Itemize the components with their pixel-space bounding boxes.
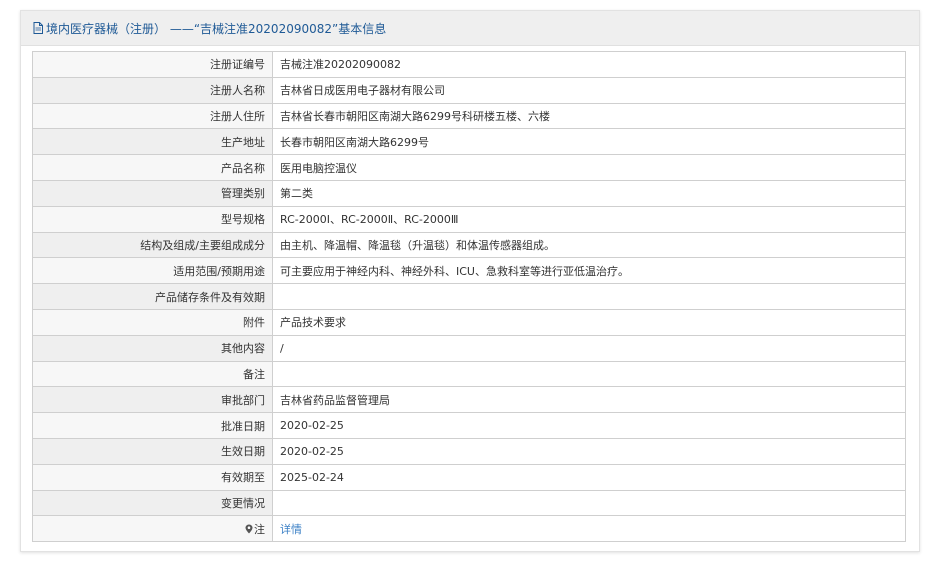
info-table-body: 注册证编号 吉械注准20202090082 注册人名称 吉林省日成医用电子器材有限公司… (32, 51, 906, 543)
field-label: 生效日期 (32, 437, 273, 465)
field-label: 注册人名称 (32, 76, 273, 104)
field-label: 附件 (32, 308, 273, 336)
table-row: 产品名称 医用电脑控温仪 (32, 154, 906, 181)
field-value: RC-2000Ⅰ、RC-2000Ⅱ、RC-2000Ⅲ (272, 205, 906, 233)
table-row: 注册人名称 吉林省日成医用电子器材有限公司 (32, 76, 906, 104)
table-row: 变更情况 (32, 489, 906, 517)
table-row: 备注 (32, 360, 906, 388)
field-value: 吉林省日成医用电子器材有限公司 (272, 76, 906, 104)
field-value: 2020-02-25 (272, 437, 906, 465)
table-row: 有效期至 2025-02-24 (32, 463, 906, 491)
field-label: 产品名称 (32, 154, 273, 181)
field-value: 吉林省药品监督管理局 (272, 386, 906, 414)
table-row: 生产地址 长春市朝阳区南湖大路6299号 (32, 128, 906, 156)
table-row: 审批部门 吉林省药品监督管理局 (32, 386, 906, 414)
field-label: 产品储存条件及有效期 (32, 283, 273, 310)
note-value-cell: 详情 (272, 515, 906, 543)
field-value: 由主机、降温帽、降温毯（升温毯）和体温传感器组成。 (272, 231, 906, 259)
field-value (272, 360, 906, 388)
table-row: 生效日期 2020-02-25 (32, 437, 906, 465)
field-value (272, 283, 906, 310)
table-row: 管理类别 第二类 (32, 179, 906, 207)
field-label: 管理类别 (32, 179, 273, 207)
field-label: 有效期至 (32, 463, 273, 491)
table-row: 注册证编号 吉械注准20202090082 (32, 51, 906, 78)
note-label: 注 (254, 522, 265, 536)
field-label: 结构及组成/主要组成成分 (32, 231, 273, 259)
field-value: 产品技术要求 (272, 308, 906, 336)
table-row: 型号规格 RC-2000Ⅰ、RC-2000Ⅱ、RC-2000Ⅲ (32, 205, 906, 233)
field-value: 吉械注准20202090082 (272, 51, 906, 78)
document-icon (33, 22, 43, 34)
table-row: 附件 产品技术要求 (32, 308, 906, 336)
field-label: 生产地址 (32, 128, 273, 156)
panel-header: 境内医疗器械（注册） ——“吉械注准20202090082”基本信息 (21, 11, 919, 46)
table-row: 注册人住所 吉林省长春市朝阳区南湖大路6299号科研楼五楼、六楼 (32, 102, 906, 130)
detail-link[interactable]: 详情 (280, 523, 302, 536)
field-label: 注册人住所 (32, 102, 273, 130)
table-row: 适用范围/预期用途 可主要应用于神经内科、神经外科、ICU、急救科室等进行亚低温治… (32, 257, 906, 285)
field-label: 备注 (32, 360, 273, 388)
field-label: 批准日期 (32, 412, 273, 439)
field-value: 可主要应用于神经内科、神经外科、ICU、急救科室等进行亚低温治疗。 (272, 257, 906, 285)
field-label: 注册证编号 (32, 51, 273, 78)
table-row: 批准日期 2020-02-25 (32, 412, 906, 439)
field-label: 适用范围/预期用途 (32, 257, 273, 285)
pin-icon (245, 524, 253, 537)
table-row-note: 注 详情 (32, 515, 906, 543)
field-value: 医用电脑控温仪 (272, 154, 906, 181)
field-label: 审批部门 (32, 386, 273, 414)
note-label-cell: 注 (32, 515, 273, 543)
table-row: 结构及组成/主要组成成分 由主机、降温帽、降温毯（升温毯）和体温传感器组成。 (32, 231, 906, 259)
field-value: 吉林省长春市朝阳区南湖大路6299号科研楼五楼、六楼 (272, 102, 906, 130)
field-label: 型号规格 (32, 205, 273, 233)
field-value: 2025-02-24 (272, 463, 906, 491)
info-table: 注册证编号 吉械注准20202090082 注册人名称 吉林省日成医用电子器材有限公司… (32, 51, 906, 543)
table-row: 产品储存条件及有效期 (32, 283, 906, 310)
field-label: 变更情况 (32, 489, 273, 517)
field-label: 其他内容 (32, 334, 273, 362)
page-title: 境内医疗器械（注册） ——“吉械注准20202090082”基本信息 (46, 21, 387, 36)
field-value (272, 489, 906, 517)
field-value: 第二类 (272, 179, 906, 207)
field-value: 2020-02-25 (272, 412, 906, 439)
field-value: / (272, 334, 906, 362)
field-value: 长春市朝阳区南湖大路6299号 (272, 128, 906, 156)
table-row: 其他内容 / (32, 334, 906, 362)
info-panel: 境内医疗器械（注册） ——“吉械注准20202090082”基本信息 注册证编号… (20, 10, 920, 552)
